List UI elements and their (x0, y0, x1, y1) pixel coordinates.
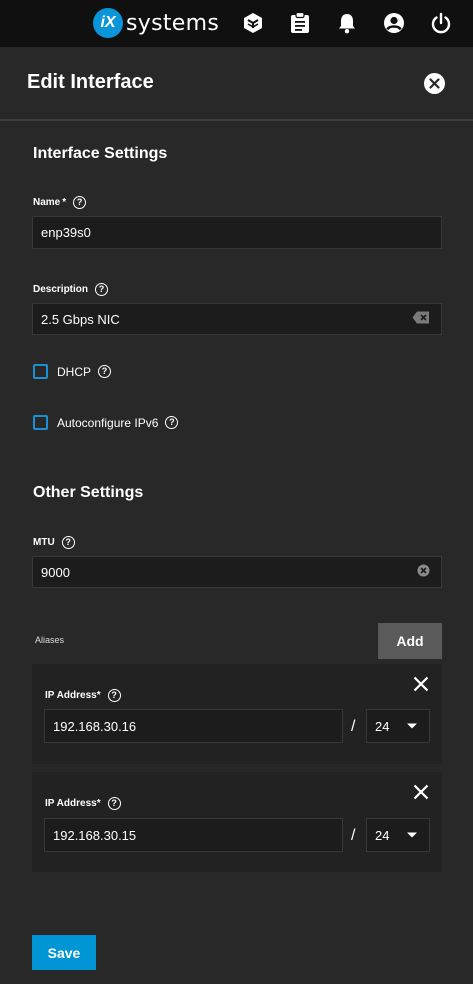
ip-address-label-text: IP Address (45, 690, 97, 701)
mtu-label-text: MTU (33, 537, 55, 548)
other-settings-title: Other Settings (33, 484, 144, 501)
netmask-separator: / (351, 827, 356, 844)
autoconfigure-ipv6-checkbox-row[interactable]: Autoconfigure IPv6 ? (33, 415, 179, 430)
notifications-bell-icon[interactable] (335, 11, 359, 35)
save-button[interactable]: Save (32, 935, 96, 970)
ip-address-label-text: IP Address (45, 798, 97, 809)
ip-address-input[interactable]: 192.168.30.16 (44, 709, 343, 743)
mtu-input[interactable]: 9000 (32, 556, 442, 588)
alias-card: IP Address * ? 192.168.30.16 / 24 (32, 664, 442, 764)
ip-address-value: 192.168.30.15 (53, 827, 137, 843)
name-label: Name * ? (33, 196, 87, 209)
description-value: 2.5 Gbps NIC (41, 311, 120, 327)
interface-settings-title: Interface Settings (33, 145, 168, 162)
ip-address-value: 192.168.30.16 (53, 718, 137, 734)
netmask-separator: / (351, 718, 356, 735)
remove-alias-icon[interactable] (412, 675, 430, 693)
netmask-value: 24 (375, 718, 390, 734)
clear-icon[interactable] (417, 564, 430, 580)
netmask-select[interactable]: 24 (366, 709, 430, 743)
ip-address-label: IP Address * ? (45, 797, 121, 810)
ixsystems-logo[interactable]: iX systems (93, 8, 219, 38)
page-title: Edit Interface (27, 71, 154, 93)
netmask-select[interactable]: 24 (366, 818, 430, 852)
help-icon[interactable]: ? (107, 689, 121, 702)
power-icon[interactable] (429, 11, 453, 35)
backspace-clear-icon[interactable] (412, 311, 430, 328)
netmask-value: 24 (375, 827, 390, 843)
autoconfigure-ipv6-checkbox[interactable] (33, 415, 48, 430)
ip-address-input[interactable]: 192.168.30.15 (44, 818, 343, 852)
help-icon[interactable]: ? (95, 283, 109, 296)
close-icon (429, 78, 440, 89)
add-alias-button[interactable]: Add (378, 623, 442, 659)
description-input[interactable]: 2.5 Gbps NIC (32, 303, 442, 335)
dropdown-arrow-icon (407, 723, 417, 729)
description-label-text: Description (33, 284, 89, 295)
aliases-label: Aliases (35, 635, 65, 645)
close-button[interactable] (424, 73, 445, 94)
help-icon[interactable]: ? (107, 797, 121, 810)
alias-card: IP Address * ? 192.168.30.15 / 24 (32, 772, 442, 872)
help-icon[interactable]: ? (61, 536, 75, 549)
top-bar: iX systems (0, 0, 473, 47)
required-mark: * (62, 197, 67, 208)
dhcp-checkbox-row[interactable]: DHCP ? (33, 364, 112, 379)
truecommand-icon[interactable] (241, 11, 265, 35)
dropdown-arrow-icon (407, 832, 417, 838)
required-mark: * (96, 798, 101, 809)
panel-header: Edit Interface (0, 47, 473, 121)
mtu-label: MTU ? (33, 536, 75, 549)
help-icon[interactable]: ? (73, 196, 87, 209)
autoconfigure-ipv6-label: Autoconfigure IPv6 (57, 415, 159, 430)
ix-logo-mark: iX (93, 8, 123, 38)
name-input[interactable]: enp39s0 (32, 216, 442, 249)
logo-text: systems (126, 10, 220, 36)
required-mark: * (96, 690, 101, 701)
remove-alias-icon[interactable] (412, 783, 430, 801)
help-icon[interactable]: ? (165, 416, 179, 429)
dhcp-label: DHCP (57, 364, 92, 379)
name-label-text: Name (33, 197, 61, 208)
help-icon[interactable]: ? (98, 365, 112, 378)
dhcp-checkbox[interactable] (33, 364, 48, 379)
ip-address-label: IP Address * ? (45, 689, 121, 702)
mtu-value: 9000 (41, 564, 70, 580)
account-circle-icon[interactable] (382, 11, 406, 35)
description-label: Description ? (33, 283, 109, 296)
name-value: enp39s0 (41, 225, 91, 240)
tasks-clipboard-icon[interactable] (288, 11, 312, 35)
